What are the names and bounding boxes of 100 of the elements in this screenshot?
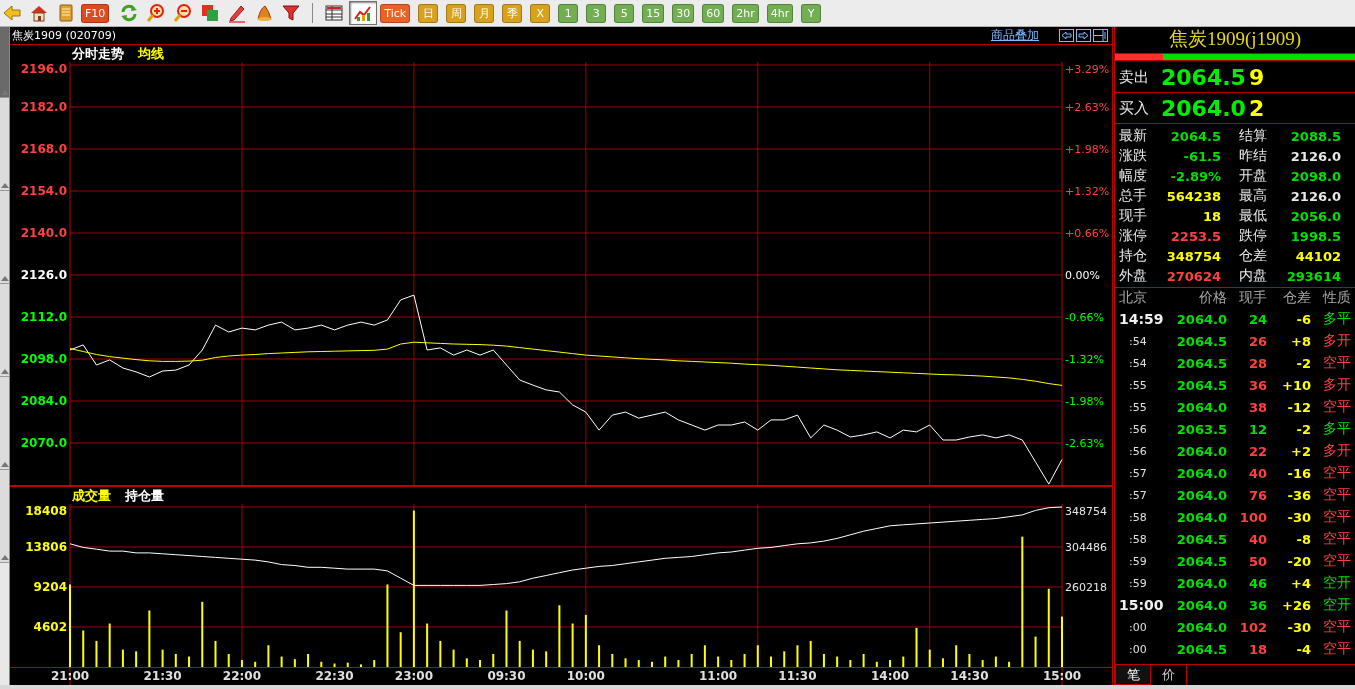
axis-label: 2070.0 bbox=[20, 436, 67, 450]
chart-button[interactable] bbox=[349, 1, 378, 25]
volume-bar bbox=[188, 656, 191, 667]
stat-value: 2064.5 bbox=[1169, 128, 1222, 144]
side-tab[interactable] bbox=[0, 470, 9, 563]
trade-volume: 102 bbox=[1238, 619, 1267, 635]
stat-label: 跌停 bbox=[1238, 227, 1268, 245]
oi-change: -6 bbox=[1295, 311, 1311, 327]
toolbar-button[interactable]: 1 bbox=[558, 3, 579, 23]
toolbar-button[interactable]: 2hr bbox=[732, 3, 759, 23]
volume-bar bbox=[267, 645, 270, 667]
volume-bar bbox=[717, 656, 720, 667]
trade-type: 多开 bbox=[1322, 376, 1351, 394]
side-tab[interactable] bbox=[0, 98, 9, 191]
toolbar-button[interactable]: 季 bbox=[502, 3, 523, 23]
trade-volume: 50 bbox=[1247, 553, 1267, 569]
layout-icon[interactable] bbox=[1093, 29, 1108, 42]
trade-volume: 100 bbox=[1238, 509, 1267, 525]
book-volume: 9 bbox=[1249, 64, 1265, 90]
oi-change: +4 bbox=[1290, 575, 1311, 591]
volume-bar bbox=[505, 610, 508, 667]
right-arrow-icon[interactable] bbox=[1076, 29, 1091, 42]
book-price: 2064.5 bbox=[1161, 64, 1247, 90]
trade-price: 2064.0 bbox=[1175, 619, 1227, 635]
volume-bar bbox=[836, 656, 839, 667]
volume-bar bbox=[558, 605, 561, 667]
book-price: 2064.0 bbox=[1161, 95, 1247, 121]
volume-bar bbox=[624, 658, 627, 667]
trade-time: :00 bbox=[1128, 642, 1148, 656]
volume-bar bbox=[1008, 661, 1011, 667]
toolbar-button[interactable]: 5 bbox=[614, 3, 635, 23]
side-tab[interactable] bbox=[0, 191, 9, 284]
volume-bar bbox=[664, 656, 667, 667]
volume-bar bbox=[849, 660, 852, 667]
volume-bar bbox=[399, 632, 402, 667]
toolbar-button[interactable]: F10 bbox=[81, 3, 110, 23]
volume-bar bbox=[703, 645, 706, 667]
toolbar-button[interactable]: X bbox=[530, 3, 551, 23]
volume-bar bbox=[637, 660, 640, 667]
toolbar-button[interactable]: 月 bbox=[474, 3, 495, 23]
overlay-link[interactable]: 商品叠加 bbox=[991, 27, 1039, 44]
toolbar-button[interactable]: Y bbox=[801, 3, 822, 23]
stat-value: 2126.0 bbox=[1289, 188, 1342, 204]
trade-price: 2064.0 bbox=[1175, 575, 1227, 591]
trade-type: 空平 bbox=[1322, 552, 1351, 570]
volume-bar bbox=[161, 649, 164, 667]
axis-label: 0.00% bbox=[1065, 268, 1100, 282]
volume-bar bbox=[426, 623, 429, 667]
panel-tab[interactable]: 笔 bbox=[1115, 665, 1151, 685]
zoom-out-icon bbox=[173, 3, 194, 23]
volume-bar bbox=[174, 653, 177, 667]
trade-time: :57 bbox=[1128, 466, 1148, 480]
toolbar-button[interactable]: 4hr bbox=[766, 3, 794, 23]
toolbar-button[interactable]: 15 bbox=[642, 3, 665, 23]
toolbar-button[interactable]: 周 bbox=[446, 3, 467, 23]
axis-label: 304486 bbox=[1065, 540, 1107, 554]
axis-label: -2.63% bbox=[1065, 436, 1104, 450]
oi-change: -2 bbox=[1295, 355, 1311, 371]
trade-time: :59 bbox=[1128, 576, 1148, 590]
side-tab[interactable] bbox=[0, 377, 9, 470]
volume-bar bbox=[690, 653, 693, 667]
trade-type: 空平 bbox=[1322, 486, 1351, 504]
side-tab[interactable] bbox=[0, 284, 9, 377]
volume-bar bbox=[571, 623, 574, 667]
home-icon bbox=[29, 3, 49, 23]
trade-volume: 36 bbox=[1247, 377, 1267, 393]
trade-type: 空平 bbox=[1322, 530, 1351, 548]
axis-label: 13806 bbox=[25, 540, 67, 554]
toolbar-button[interactable]: Tick bbox=[380, 3, 411, 23]
volume-bar bbox=[95, 640, 98, 667]
column-header: 性质 bbox=[1321, 289, 1351, 307]
volume-bar bbox=[108, 623, 111, 667]
volume-bar bbox=[452, 649, 455, 667]
windows-icon bbox=[200, 3, 221, 23]
axis-label: 9204 bbox=[33, 580, 67, 594]
volume-bar bbox=[479, 660, 482, 667]
volume-bar bbox=[994, 656, 997, 667]
toolbar-button[interactable]: 3 bbox=[586, 3, 607, 23]
axis-label: 2098.0 bbox=[20, 352, 67, 366]
trade-type: 空平 bbox=[1322, 398, 1351, 416]
trade-type: 空开 bbox=[1322, 596, 1351, 614]
trade-time: :59 bbox=[1128, 554, 1148, 568]
toolbar-button[interactable]: 60 bbox=[702, 3, 725, 23]
toolbar-button[interactable]: 日 bbox=[418, 3, 439, 23]
trade-time: :00 bbox=[1128, 620, 1148, 634]
volume-bar bbox=[902, 656, 905, 667]
trade-volume: 22 bbox=[1247, 443, 1267, 459]
volume-bar bbox=[492, 653, 495, 667]
left-arrow-icon[interactable] bbox=[1059, 29, 1074, 42]
volume-bar bbox=[439, 640, 442, 667]
axis-label: 2084.0 bbox=[20, 394, 67, 408]
trade-price: 2064.5 bbox=[1175, 553, 1227, 569]
axis-label: +2.63% bbox=[1065, 100, 1110, 114]
trade-time: :55 bbox=[1128, 400, 1148, 414]
column-header: 北京 bbox=[1119, 289, 1148, 307]
column-header: 价格 bbox=[1198, 289, 1227, 307]
book-label: 买入 bbox=[1119, 98, 1150, 118]
toolbar-button[interactable]: 30 bbox=[672, 3, 695, 23]
trade-price: 2064.5 bbox=[1175, 355, 1227, 371]
volume-bar bbox=[373, 660, 376, 667]
